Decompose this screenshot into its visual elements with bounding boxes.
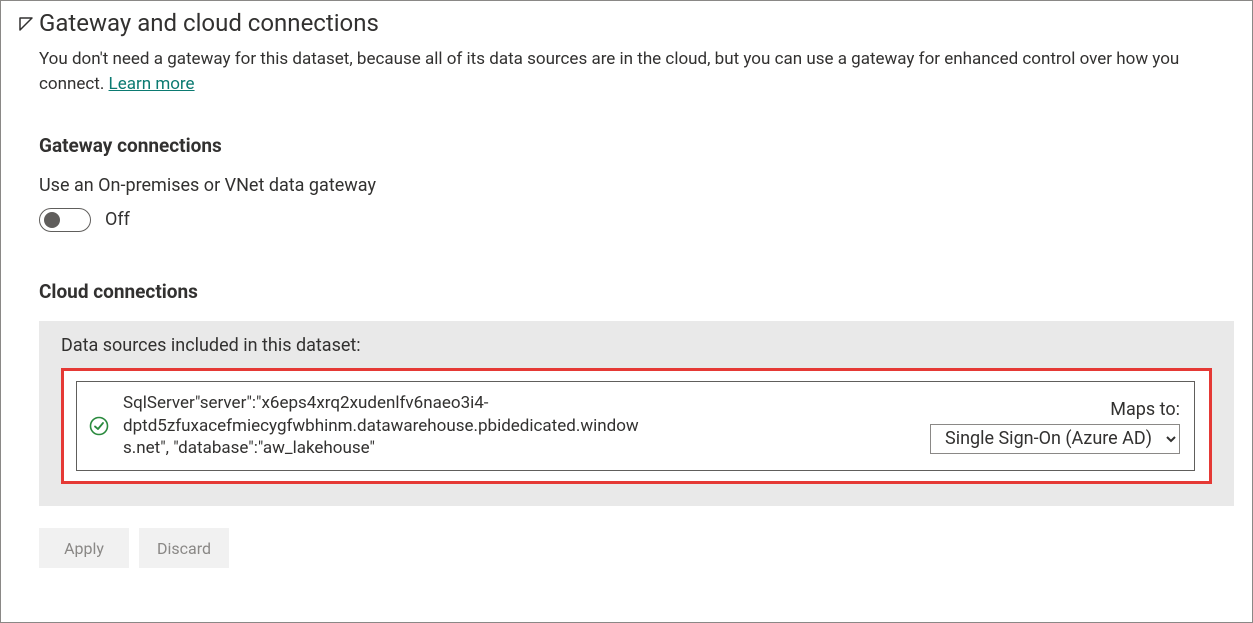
- gateway-connections-heading: Gateway connections: [39, 134, 1234, 157]
- cloud-connections-heading: Cloud connections: [39, 280, 1234, 303]
- maps-to-group: Maps to: Single Sign-On (Azure AD): [930, 399, 1180, 454]
- datasource-text: SqlServer"server":"x6eps4xrq2xudenlfv6na…: [123, 392, 643, 461]
- apply-button[interactable]: Apply: [39, 528, 129, 568]
- discard-button[interactable]: Discard: [139, 528, 229, 568]
- section-description: You don't need a gateway for this datase…: [39, 47, 1219, 98]
- collapse-triangle-icon: [19, 17, 33, 31]
- learn-more-link[interactable]: Learn more: [109, 74, 195, 94]
- gateway-cloud-connections-panel: Gateway and cloud connections You don't …: [0, 0, 1253, 623]
- maps-to-label: Maps to:: [1110, 399, 1180, 420]
- gateway-toggle-state: Off: [105, 209, 130, 230]
- datasources-caption: Data sources included in this dataset:: [61, 335, 1212, 356]
- section-title: Gateway and cloud connections: [39, 7, 379, 41]
- datasource-highlight-frame: SqlServer"server":"x6eps4xrq2xudenlfv6na…: [61, 368, 1212, 485]
- datasource-row: SqlServer"server":"x6eps4xrq2xudenlfv6na…: [76, 381, 1195, 472]
- gateway-connections-block: Gateway connections Use an On-premises o…: [39, 134, 1234, 232]
- gateway-use-label: Use an On-premises or VNet data gateway: [39, 175, 1234, 196]
- datasources-box: Data sources included in this dataset: S…: [39, 321, 1234, 507]
- section-description-text: You don't need a gateway for this datase…: [39, 49, 1179, 95]
- maps-to-select[interactable]: Single Sign-On (Azure AD): [930, 424, 1180, 454]
- section-header[interactable]: Gateway and cloud connections: [19, 7, 1234, 41]
- gateway-toggle-row: Off: [39, 208, 1234, 232]
- gateway-toggle[interactable]: [39, 208, 91, 232]
- toggle-knob-icon: [44, 212, 60, 228]
- status-ok-icon: [89, 416, 109, 436]
- cloud-connections-block: Cloud connections Data sources included …: [39, 280, 1234, 569]
- action-buttons-row: Apply Discard: [39, 528, 1234, 568]
